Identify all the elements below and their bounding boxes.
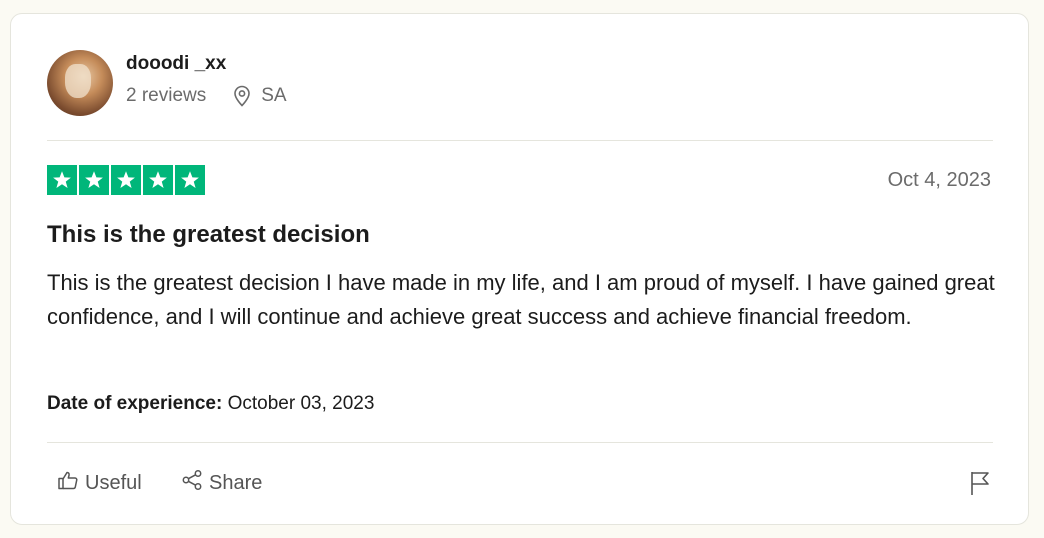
useful-button[interactable]: Useful bbox=[57, 467, 142, 499]
useful-label: Useful bbox=[85, 471, 142, 494]
reviewer-name[interactable]: dooodi _xx bbox=[126, 52, 287, 76]
share-label: Share bbox=[209, 471, 263, 494]
review-date: Oct 4, 2023 bbox=[887, 169, 991, 191]
date-of-experience: Date of experience: October 03, 2023 bbox=[47, 393, 374, 415]
reviewer-meta: 2 reviews SA bbox=[126, 85, 287, 107]
reviewer-header: dooodi _xx 2 reviews SA bbox=[47, 50, 287, 116]
share-button[interactable]: Share bbox=[181, 467, 262, 499]
review-title: This is the greatest decision bbox=[47, 221, 370, 248]
divider bbox=[47, 442, 993, 443]
avatar[interactable] bbox=[47, 50, 113, 116]
reviewer-info: dooodi _xx 2 reviews SA bbox=[126, 52, 287, 107]
star-rating bbox=[47, 165, 205, 195]
flag-icon[interactable] bbox=[967, 467, 993, 499]
experience-label: Date of experience: bbox=[47, 393, 223, 414]
reviewer-country: SA bbox=[261, 85, 287, 106]
review-actions: Useful Share bbox=[47, 467, 993, 499]
review-count: 2 reviews bbox=[126, 85, 207, 106]
thumbs-up-icon bbox=[57, 469, 85, 497]
star-icon bbox=[111, 165, 141, 195]
star-icon bbox=[47, 165, 77, 195]
divider bbox=[47, 140, 993, 141]
star-icon bbox=[79, 165, 109, 195]
location-pin-icon bbox=[232, 85, 252, 107]
experience-date: October 03, 2023 bbox=[227, 393, 375, 414]
review-card: dooodi _xx 2 reviews SA Oct 4, 2023 This… bbox=[10, 13, 1029, 525]
share-icon bbox=[181, 469, 209, 497]
star-icon bbox=[143, 165, 173, 195]
review-text: This is the greatest decision I have mad… bbox=[47, 270, 995, 329]
star-icon bbox=[175, 165, 205, 195]
